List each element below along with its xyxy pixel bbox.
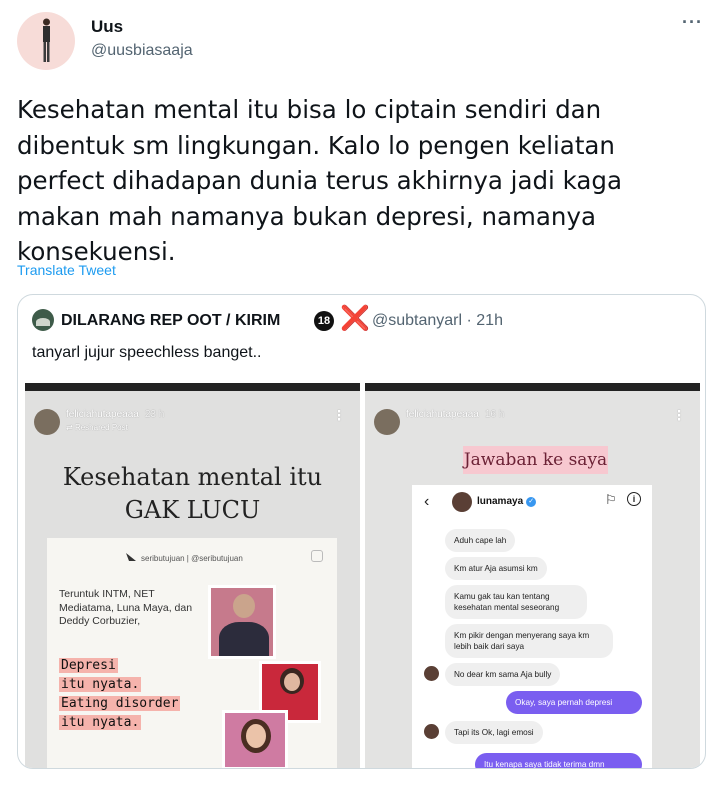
quoted-tweet[interactable]: DILARANG REP OOT / KIRIM 18 ❌ @subtanyar…	[17, 294, 706, 769]
author-avatar[interactable]	[17, 12, 75, 70]
quoted-text: tanyarl jujur speechless banget..	[32, 344, 262, 361]
story-progress-bar	[25, 383, 360, 391]
dm-username: lunamaya ✓	[477, 496, 537, 507]
card-statement: Depresi itu nyata. Eating disorder itu n…	[59, 656, 181, 732]
quoted-author-name: DILARANG REP OOT / KIRIM	[61, 312, 281, 329]
message-bubble: Kamu gak tau kan tentang kesehatan menta…	[445, 585, 587, 619]
story-time: 23 h	[144, 409, 165, 420]
message-bubble: Km pikir dengan menyerang saya km lebih …	[445, 624, 613, 658]
headline-line-1: Kesehatan mental itu	[62, 463, 323, 491]
story-time: 16 h	[484, 409, 505, 420]
message-bubble-outgoing: Itu kenapa saya tidak terima dmn	[475, 753, 642, 768]
statement-line: Eating disorder	[59, 696, 181, 711]
message-bubble: Aduh cape lah	[445, 529, 516, 552]
statement-line: itu nyata.	[59, 677, 142, 692]
tweet-text: Kesehatan mental itu bisa lo ciptain sen…	[17, 95, 622, 266]
tweet-card: Uus @uusbiasaaja ··· Kesehatan mental it…	[0, 0, 720, 789]
dm-screenshot: ‹ lunamaya ✓ ⚐ i Aduh cape lah Km atur Aj…	[412, 485, 652, 768]
message-bubble-outgoing: Okay, saya pernah depresi	[506, 691, 642, 714]
brand-logo-icon	[126, 553, 136, 561]
message-bubble: Km atur Aja asumsi km	[445, 557, 547, 580]
statement-line: itu nyata.	[59, 715, 142, 730]
card-to-text: Teruntuk INTM, NET Mediatama, Luna Maya,…	[59, 588, 193, 627]
answer-stamp: Jawaban ke saya	[463, 446, 608, 474]
brand-label: seributujuan | @seributujuan	[141, 554, 243, 563]
quoted-avatar	[32, 309, 54, 331]
verified-badge-icon: ✓	[526, 497, 537, 507]
message-avatar	[424, 666, 439, 681]
reshared-post-text: Reshared Post	[74, 423, 128, 432]
eighteen-plus-icon: 18	[314, 311, 334, 331]
reshared-card: seributujuan | @seributujuan Teruntuk IN…	[47, 538, 337, 768]
reshared-post-label: ⇄ Reshared Post	[66, 423, 128, 432]
story-username: feliciahutapeaaa 16 h	[406, 409, 504, 420]
story-more-icon: ⋮	[672, 407, 686, 423]
story-username: feliciahutapeaaa 23 h	[66, 409, 164, 420]
back-arrow-icon: ‹	[424, 493, 430, 510]
author-handle[interactable]: @uusbiasaaja	[91, 42, 193, 60]
dm-username-text: lunamaya	[477, 496, 524, 507]
headline-line-2: GAK LUCU	[124, 496, 261, 524]
story-username-text: feliciahutapeaaa	[406, 409, 479, 420]
story-more-icon: ⋮	[332, 407, 346, 423]
quoted-handle-time: @subtanyarl · 21h	[372, 312, 503, 329]
dm-avatar	[452, 492, 472, 512]
card-corner-icon	[311, 550, 323, 562]
story-progress-bar	[365, 383, 700, 391]
more-options-icon[interactable]: ···	[682, 12, 703, 33]
statement-line: Depresi	[59, 658, 118, 673]
photo-woman-pink	[222, 710, 288, 768]
story-image-left[interactable]: feliciahutapeaaa 23 h ⇄ Reshared Post ⋮ K…	[25, 383, 360, 768]
avatar-figure-icon	[43, 18, 50, 62]
flag-icon: ⚐	[605, 492, 617, 507]
message-avatar	[424, 724, 439, 739]
translate-tweet-link[interactable]: Translate Tweet	[17, 262, 116, 278]
story-image-right[interactable]: feliciahutapeaaa 16 h ⋮ Jawaban ke saya ‹…	[365, 383, 700, 768]
cross-mark-icon: ❌	[340, 305, 370, 332]
info-icon: i	[627, 492, 641, 506]
message-bubble: Tapi its Ok, lagi emosi	[445, 721, 543, 744]
author-name[interactable]: Uus	[91, 17, 123, 37]
story-headline: Kesehatan mental itu GAK LUCU	[25, 461, 360, 527]
story-username-text: feliciahutapeaaa	[66, 409, 139, 420]
photo-man	[208, 585, 276, 659]
story-avatar	[34, 409, 60, 435]
message-bubble: No dear km sama Aja bully	[445, 663, 561, 686]
story-avatar	[374, 409, 400, 435]
